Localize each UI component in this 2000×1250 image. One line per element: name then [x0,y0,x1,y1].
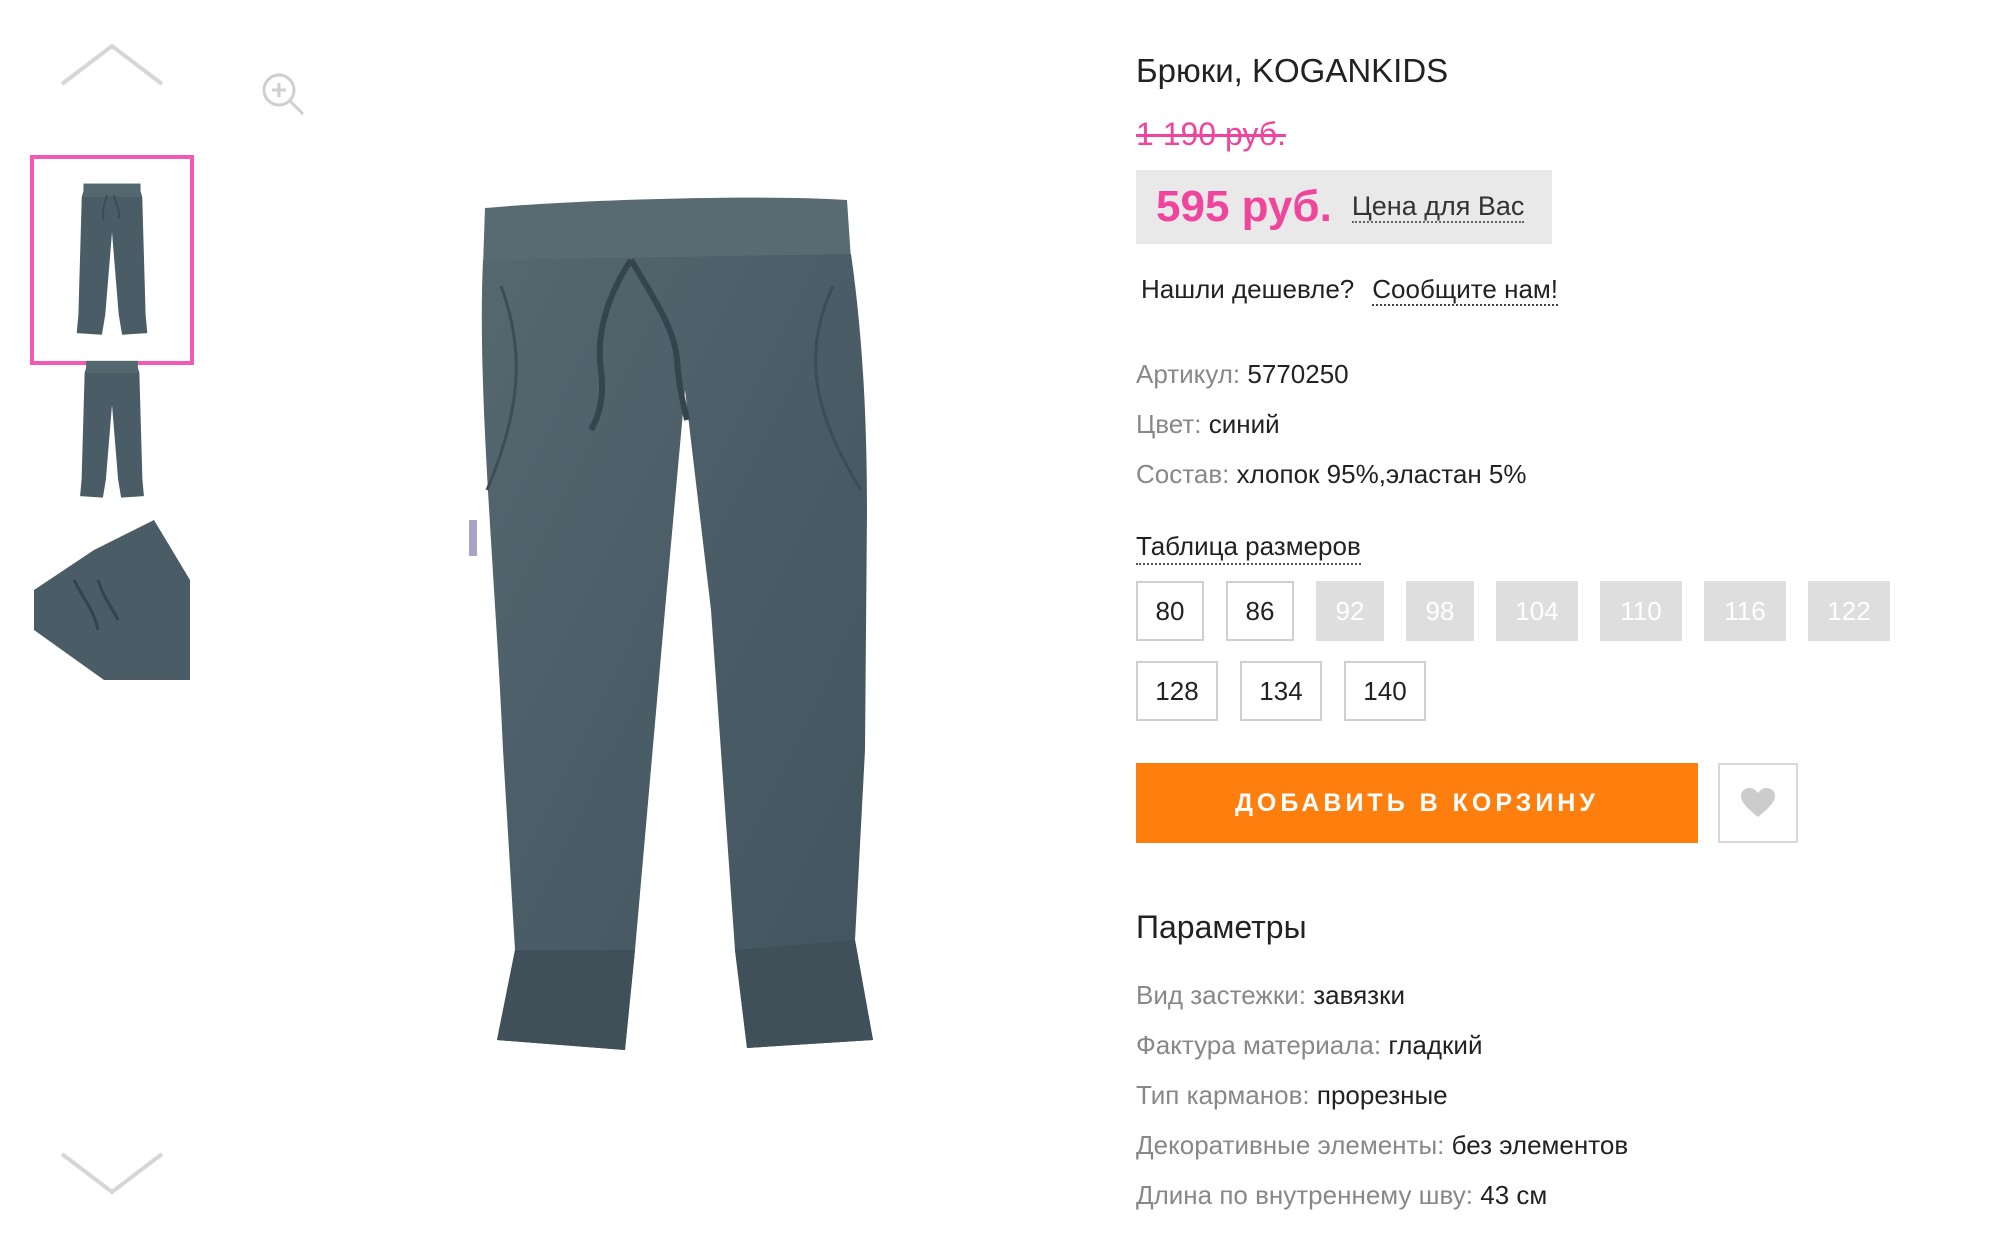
param-key: Длина по внутреннему шву: [1136,1180,1473,1210]
size-option-92[interactable]: 92 [1316,581,1384,641]
property-sku: Артикул: 5770250 [1136,349,1996,399]
thumbnail-detail[interactable] [30,495,194,705]
property-color: Цвет: синий [1136,399,1996,449]
property-key: Артикул: [1136,359,1241,389]
parameters-list: Вид застежки: завязки Фактура материала:… [1136,970,1996,1220]
param-fastener: Вид застежки: завязки [1136,970,1996,1020]
size-option-86[interactable]: 86 [1226,581,1294,641]
property-key: Состав: [1136,459,1230,489]
product-title: Брюки, KOGANKIDS [1136,52,1449,89]
param-key: Фактура материала: [1136,1030,1382,1060]
property-value: синий [1208,409,1280,439]
size-option-80[interactable]: 80 [1136,581,1204,641]
size-option-98[interactable]: 98 [1406,581,1474,641]
price-box: 595 руб. Цена для Вас [1136,170,1553,244]
size-option-104[interactable]: 104 [1496,581,1578,641]
pants-main-image [469,197,873,1050]
chevron-up-icon [60,43,164,86]
wishlist-button[interactable] [1718,763,1798,843]
add-to-cart-button[interactable]: ДОБАВИТЬ В КОРЗИНУ [1136,763,1698,843]
size-option-122[interactable]: 122 [1808,581,1890,641]
param-key: Тип карманов: [1136,1080,1310,1110]
property-value: хлопок 95%,эластан 5% [1236,459,1527,489]
property-value: 5770250 [1247,359,1349,389]
param-pockets: Тип карманов: прорезные [1136,1070,1996,1120]
chevron-down-icon [60,1152,164,1195]
product-properties: Артикул: 5770250 Цвет: синий Состав: хло… [1136,349,1996,499]
thumbnail-gallery [30,35,194,1235]
param-inseam: Длина по внутреннему шву: 43 см [1136,1170,1996,1220]
pants-front-thumbnail [76,183,148,335]
param-value: гладкий [1388,1030,1483,1060]
size-table-link[interactable]: Таблица размеров [1136,529,1361,565]
property-key: Цвет: [1136,409,1202,439]
property-composition: Состав: хлопок 95%,эластан 5% [1136,449,1996,499]
main-product-image[interactable] [455,190,885,1070]
gallery-next-button[interactable] [30,1143,194,1203]
size-option-128[interactable]: 128 [1136,661,1218,721]
pants-detail-thumbnail [34,520,190,680]
price-for-you-link[interactable]: Цена для Вас [1351,191,1525,223]
current-price: 595 руб. [1156,182,1332,231]
parameters-heading: Параметры [1136,909,1307,945]
heart-icon [1741,788,1775,817]
param-key: Декоративные элементы: [1136,1130,1445,1160]
old-price: 1 190 руб. [1136,116,1286,152]
zoom-in-icon [262,73,305,116]
size-option-116[interactable]: 116 [1704,581,1786,641]
param-value: прорезные [1316,1080,1448,1110]
size-selector: 80 86 92 98 104 110 116 122 128 134 140 [1136,581,1996,741]
pants-back-thumbnail [80,360,144,498]
found-cheaper-question: Нашли дешевле? [1141,274,1355,304]
product-info: Брюки, KOGANKIDS 1 190 руб. 595 руб. Цен… [1136,48,1996,1220]
param-value: без элементов [1451,1130,1629,1160]
param-decor: Декоративные элементы: без элементов [1136,1120,1996,1170]
found-cheaper: Нашли дешевле? Сообщите нам! [1136,274,1996,306]
param-value: 43 см [1480,1180,1548,1210]
size-option-134[interactable]: 134 [1240,661,1322,721]
size-option-140[interactable]: 140 [1344,661,1426,721]
param-key: Вид застежки: [1136,980,1306,1010]
report-cheaper-link[interactable]: Сообщите нам! [1372,274,1559,306]
param-texture: Фактура материала: гладкий [1136,1020,1996,1070]
size-option-110[interactable]: 110 [1600,581,1682,641]
gallery-prev-button[interactable] [30,35,194,95]
zoom-button[interactable] [259,70,307,118]
param-value: завязки [1313,980,1405,1010]
cart-actions: ДОБАВИТЬ В КОРЗИНУ [1136,763,1996,843]
